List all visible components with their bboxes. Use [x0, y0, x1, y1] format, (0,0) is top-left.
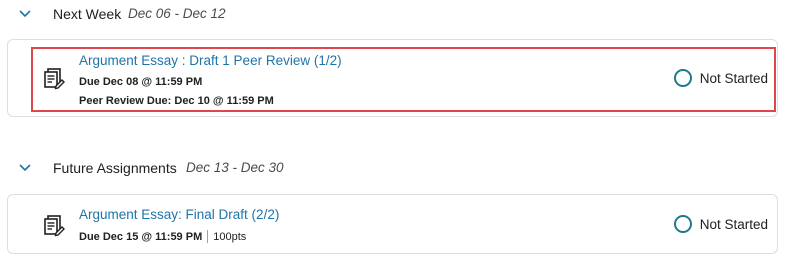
assignment-card[interactable]: Argument Essay: Final Draft (2/2) Due De… — [7, 194, 778, 254]
status-label: Not Started — [699, 216, 768, 232]
chevron-down-icon[interactable] — [18, 7, 32, 21]
assignment-doc-icon — [42, 213, 66, 237]
divider — [207, 230, 209, 243]
due-info: Due Dec 15 @ 11:59 PM 100pts — [79, 230, 246, 243]
status-label: Not Started — [699, 70, 768, 86]
section-date-range: Dec 13 - Dec 30 — [186, 160, 284, 175]
status-indicator: Not Started — [673, 69, 768, 87]
section-title: Next Week — [53, 6, 122, 22]
assignment-title-link[interactable]: Argument Essay : Draft 1 Peer Review (1/… — [79, 53, 342, 68]
points-value: 100pts — [213, 230, 247, 243]
section-date-range: Dec 06 - Dec 12 — [128, 6, 226, 21]
section-header-next-week[interactable]: Next Week Dec 06 - Dec 12 — [0, 0, 786, 28]
assignment-card[interactable]: Argument Essay : Draft 1 Peer Review (1/… — [7, 39, 778, 117]
assignment-title-link[interactable]: Argument Essay: Final Draft (2/2) — [79, 207, 279, 222]
assignment-doc-icon — [42, 66, 66, 90]
chevron-down-icon[interactable] — [18, 161, 32, 175]
section-header-future-assignments[interactable]: Future Assignments Dec 13 - Dec 30 — [0, 154, 786, 182]
peer-review-due-date: Peer Review Due: Dec 10 @ 11:59 PM — [79, 95, 274, 107]
due-date: Due Dec 08 @ 11:59 PM — [79, 76, 203, 88]
not-started-circle-icon — [673, 69, 692, 87]
section-title: Future Assignments — [53, 160, 177, 176]
status-indicator: Not Started — [673, 215, 768, 233]
due-date: Due Dec 15 @ 11:59 PM — [79, 230, 203, 243]
not-started-circle-icon — [673, 215, 692, 233]
